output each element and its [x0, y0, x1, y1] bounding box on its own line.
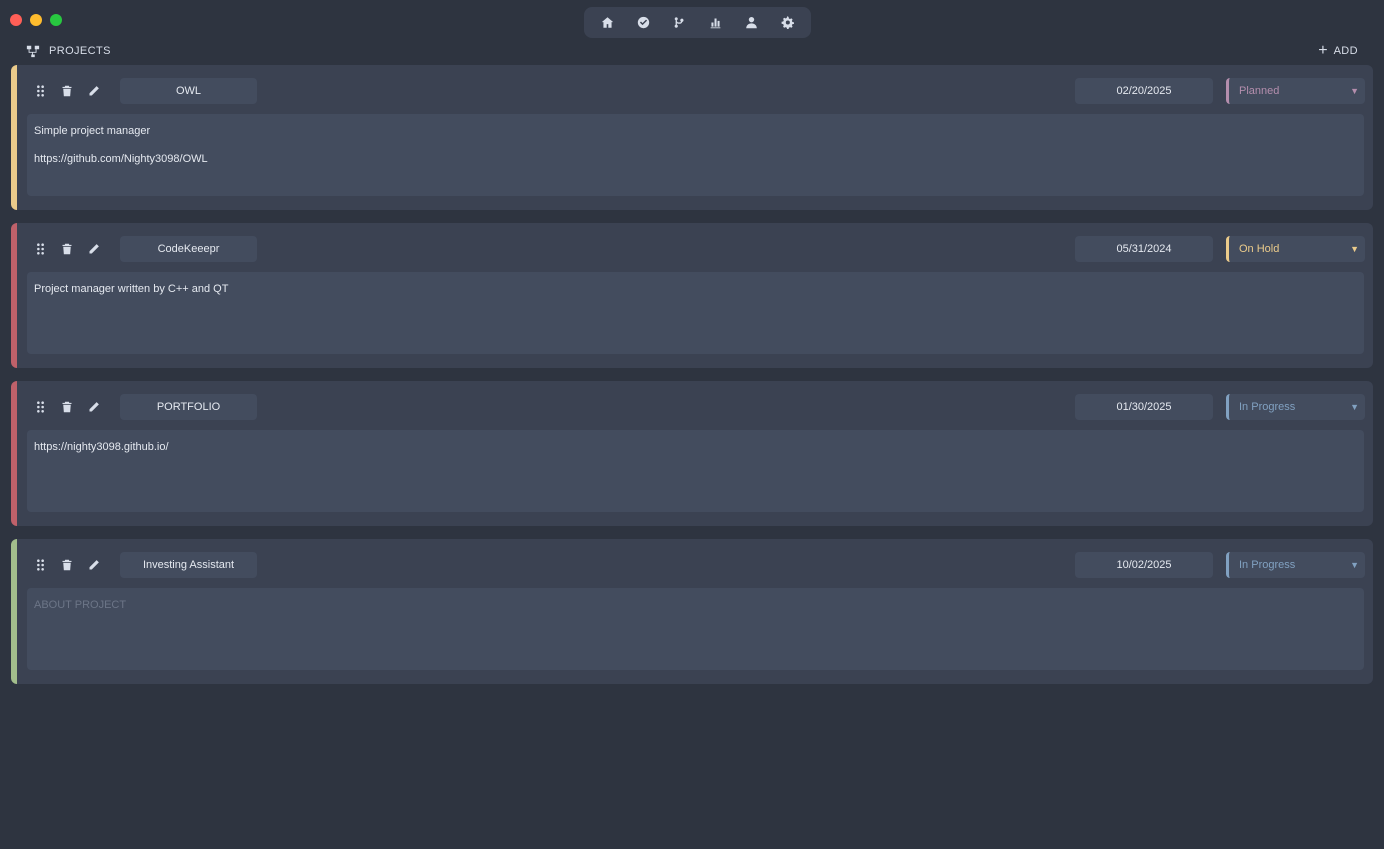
card-toolbar: [29, 553, 110, 577]
drag-handle[interactable]: [29, 79, 51, 103]
status-value: On Hold: [1239, 243, 1280, 255]
description-text: https://nighty3098.github.io/: [34, 441, 169, 453]
chevron-down-icon: ▼: [1350, 244, 1359, 254]
drag-handle-icon: [36, 401, 44, 413]
status-value: Planned: [1239, 85, 1280, 97]
project-date-field[interactable]: 10/02/2025: [1075, 552, 1213, 578]
project-name-field[interactable]: OWL: [120, 78, 257, 104]
status-select[interactable]: Planned ▼: [1226, 78, 1365, 104]
project-description[interactable]: https://nighty3098.github.io/: [27, 430, 1364, 512]
pencil-icon: [89, 560, 99, 570]
card-toolbar: [29, 237, 110, 261]
status-select[interactable]: In Progress ▼: [1226, 394, 1365, 420]
nav-stats-button[interactable]: [700, 10, 730, 36]
status-value: In Progress: [1239, 559, 1296, 571]
delete-project-button[interactable]: [56, 553, 78, 577]
chevron-down-icon: ▼: [1350, 560, 1359, 570]
nav-home-button[interactable]: [593, 10, 623, 36]
project-tree-icon: [26, 45, 40, 58]
nav-settings-button[interactable]: [772, 10, 802, 36]
trash-icon: [62, 559, 72, 571]
edit-project-button[interactable]: [83, 395, 105, 419]
pencil-icon: [89, 402, 99, 412]
close-window-button[interactable]: [10, 14, 22, 26]
project-card: Investing Assistant 10/02/2025 In Progre…: [11, 539, 1373, 684]
home-icon: [602, 17, 614, 28]
description-text: Project manager written by C++ and QT: [34, 283, 229, 295]
projects-header: PROJECTS: [26, 42, 111, 60]
chevron-down-icon: ▼: [1350, 402, 1359, 412]
maximize-window-button[interactable]: [50, 14, 62, 26]
project-description[interactable]: Project manager written by C++ and QT: [27, 272, 1364, 354]
delete-project-button[interactable]: [56, 237, 78, 261]
drag-handle-icon: [36, 85, 44, 97]
nav-tasks-button[interactable]: [629, 10, 659, 36]
check-circle-icon: [638, 16, 650, 29]
project-date-field[interactable]: 02/20/2025: [1075, 78, 1213, 104]
nav-projects-button[interactable]: [665, 10, 695, 36]
card-toolbar: [29, 79, 110, 103]
nav-account-button[interactable]: [736, 10, 766, 36]
add-project-button[interactable]: + ADD: [1318, 42, 1358, 60]
drag-handle[interactable]: [29, 395, 51, 419]
description-placeholder: ABOUT PROJECT: [34, 599, 127, 611]
minimize-window-button[interactable]: [30, 14, 42, 26]
project-name-field[interactable]: PORTFOLIO: [120, 394, 257, 420]
delete-project-button[interactable]: [56, 395, 78, 419]
trash-icon: [62, 85, 72, 97]
chevron-down-icon: ▼: [1350, 86, 1359, 96]
trash-icon: [62, 243, 72, 255]
project-name-field[interactable]: Investing Assistant: [120, 552, 257, 578]
project-description[interactable]: ABOUT PROJECT: [27, 588, 1364, 670]
edit-project-button[interactable]: [83, 237, 105, 261]
status-select[interactable]: In Progress ▼: [1226, 552, 1365, 578]
add-button-label: ADD: [1333, 45, 1358, 57]
project-name-field[interactable]: CodeKeeepr: [120, 236, 257, 262]
bar-chart-icon: [710, 18, 721, 29]
edit-project-button[interactable]: [83, 553, 105, 577]
page-title: PROJECTS: [49, 45, 111, 57]
project-date-field[interactable]: 05/31/2024: [1075, 236, 1213, 262]
project-card: PORTFOLIO 01/30/2025 In Progress ▼ https…: [11, 381, 1373, 526]
card-toolbar: [29, 395, 110, 419]
project-date-field[interactable]: 01/30/2025: [1075, 394, 1213, 420]
edit-project-button[interactable]: [83, 79, 105, 103]
plus-icon: +: [1318, 42, 1328, 59]
project-description[interactable]: Simple project manager https://github.co…: [27, 114, 1364, 196]
drag-handle-icon: [36, 559, 44, 571]
delete-project-button[interactable]: [56, 79, 78, 103]
gear-icon: [781, 16, 794, 29]
status-value: In Progress: [1239, 401, 1296, 413]
pencil-icon: [89, 244, 99, 254]
user-icon: [745, 16, 757, 29]
project-card: OWL 02/20/2025 Planned ▼ Simple project …: [11, 65, 1373, 210]
status-select[interactable]: On Hold ▼: [1226, 236, 1365, 262]
trash-icon: [62, 401, 72, 413]
drag-handle-icon: [36, 243, 44, 255]
description-text: Simple project manager https://github.co…: [34, 125, 208, 165]
drag-handle[interactable]: [29, 237, 51, 261]
drag-handle[interactable]: [29, 553, 51, 577]
project-card: CodeKeeepr 05/31/2024 On Hold ▼ Project …: [11, 223, 1373, 368]
git-branch-icon: [674, 17, 684, 28]
top-navigation: [584, 7, 811, 38]
pencil-icon: [89, 86, 99, 96]
